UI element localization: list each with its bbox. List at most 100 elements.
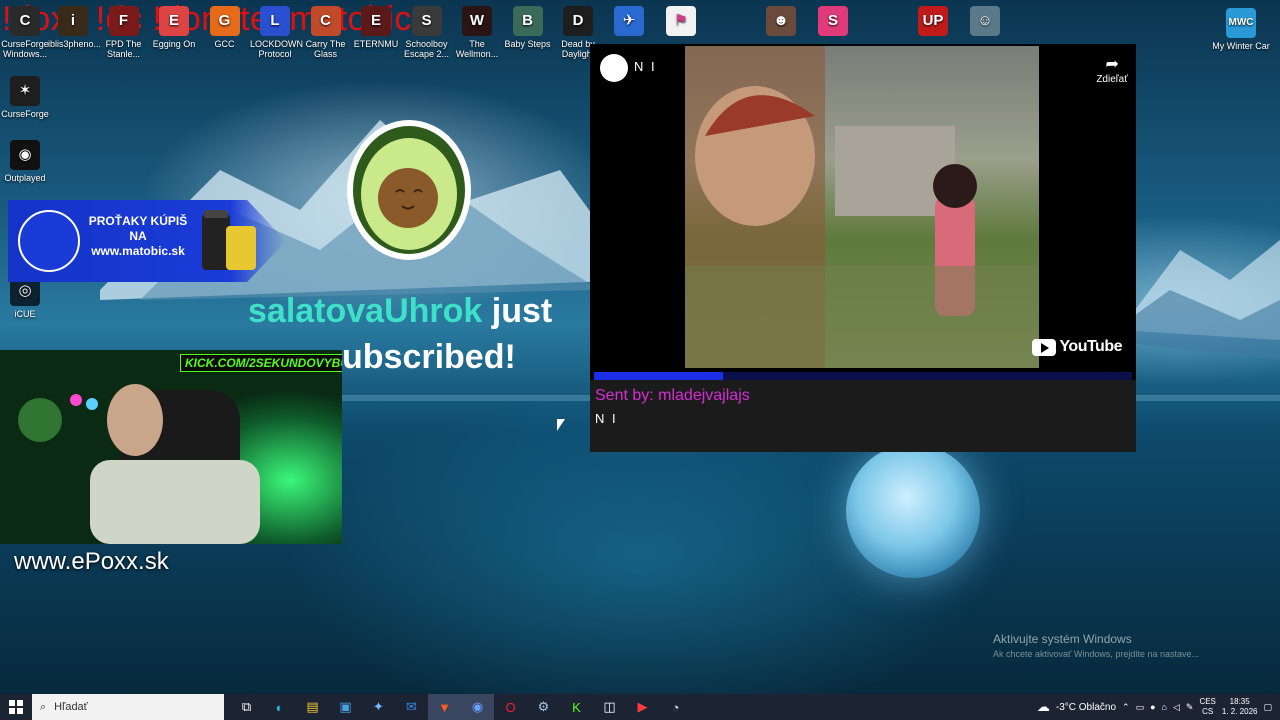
kick-icon[interactable]: K xyxy=(560,694,593,720)
desktop-icon-label: ETERNMU xyxy=(353,39,399,49)
promo-line3: www.matobic.sk xyxy=(91,244,185,258)
desktop-icon[interactable]: G GCC xyxy=(200,6,250,49)
notification-icon[interactable]: ▢ xyxy=(1263,702,1272,713)
app-icon: ☺ xyxy=(970,6,1000,36)
desktop-icon[interactable]: ☺ xyxy=(960,6,1010,39)
desktop-icon-label: CurseForge Windows... xyxy=(1,39,49,59)
app-icon: W xyxy=(462,6,492,36)
sent-by-text: Sent by: mladejvajlajs xyxy=(595,387,750,404)
streamlabs-icon[interactable]: ▶ xyxy=(626,694,659,720)
tray-network-icon[interactable]: ⌂ xyxy=(1162,702,1167,712)
media-share-player: ☻ N I ➦ Zdieľať YouTube Sent by: mladejv… xyxy=(590,44,1136,452)
taskbar-search[interactable]: ⌕ Hľadať xyxy=(32,694,224,720)
app-icon: ☻ xyxy=(766,6,796,36)
search-placeholder: Hľadať xyxy=(54,701,88,713)
desktop-icon[interactable]: ☻ xyxy=(756,6,806,39)
channel-avatar[interactable]: ☻ xyxy=(600,54,628,82)
app-icon: G xyxy=(209,6,240,36)
video-title[interactable]: N I xyxy=(634,59,657,74)
desktop-icon-label: Outplayed xyxy=(4,173,46,183)
clock[interactable]: 18:35 1. 2. 2026 xyxy=(1222,697,1258,717)
lang-top: CES xyxy=(1199,697,1216,706)
outlook-icon[interactable]: ✉ xyxy=(395,694,428,720)
browser-icon[interactable]: ◉ xyxy=(461,694,494,720)
activation-subtitle[interactable]: Ak chcete aktivovať Windows, prejdite na… xyxy=(993,649,1199,659)
task-view-icon[interactable]: ⧉ xyxy=(230,694,263,720)
app-icon: D xyxy=(563,6,593,36)
desktop-icon-label: Egging On xyxy=(152,39,196,49)
tray-speaker-icon[interactable]: ◁ xyxy=(1173,702,1180,713)
my-winter-car-icon: MWC xyxy=(1226,8,1256,38)
clock-time: 18:35 xyxy=(1229,697,1250,706)
subscriber-suffix: just xyxy=(491,292,553,330)
start-button[interactable] xyxy=(0,694,32,720)
desktop-icon-label: The Wellmon... xyxy=(455,39,499,59)
desktop-icon[interactable]: ◉ Outplayed xyxy=(0,140,50,183)
video-frame[interactable] xyxy=(685,46,1039,368)
language-indicator[interactable]: CES CS xyxy=(1199,697,1215,717)
desktop-icon-my-winter-car[interactable]: MWC My Winter Car xyxy=(1212,8,1270,51)
obs-icon[interactable]: ◔ xyxy=(659,694,692,720)
kick-channel-badge: KICK.COM/2SEKUNDOVYBULO xyxy=(180,354,342,372)
store-icon[interactable]: ▣ xyxy=(329,694,362,720)
taskbar: ⌕ Hľadať ⧉ ◐ ▤ ▣ ✦ ✉ ▼ ◉ O ⚙ K ◫ ▶ ◔ ☁ -3°C Oblačno ⌃… xyxy=(0,694,1280,720)
donation-message: N I xyxy=(595,411,618,426)
desktop-icon[interactable]: F FPD The Stanle... xyxy=(99,6,149,59)
weather-icon: ☁ xyxy=(1036,699,1050,714)
desktop-icon[interactable]: ✶ CurseForge xyxy=(0,76,50,119)
app-icon: B xyxy=(512,6,543,36)
desktop-icon-label: FPD The Stanle... xyxy=(105,39,142,59)
brave-icon[interactable]: ▼ xyxy=(428,694,461,720)
desktop-icon-label: iCUE xyxy=(14,309,36,319)
app-icon: L xyxy=(260,6,290,36)
copilot-icon[interactable]: ✦ xyxy=(362,694,395,720)
app-icon: i xyxy=(58,6,88,36)
opera-icon[interactable]: O xyxy=(494,694,527,720)
app-icon: ◉ xyxy=(10,140,40,170)
app-icon: S xyxy=(818,6,848,36)
desktop-icon[interactable]: L LOCKDOWN Protocol xyxy=(250,6,304,59)
tray-mic-icon[interactable]: ● xyxy=(1150,702,1155,712)
tray-battery-icon[interactable]: ▭ xyxy=(1136,702,1145,713)
desktop-icon[interactable]: C Carry The Glass xyxy=(301,6,351,59)
weather-text[interactable]: -3°C Oblačno xyxy=(1056,702,1116,713)
share-button[interactable]: ➦ Zdieľať xyxy=(1096,54,1128,85)
desktop-icon[interactable]: i iblis3pheno... xyxy=(48,6,102,49)
desktop-icon[interactable]: B Baby Steps xyxy=(503,6,553,49)
promo-text: PROŤAKY KÚPIŠ NA www.matobic.sk xyxy=(80,214,196,259)
desktop-icon[interactable]: E ETERNMU xyxy=(351,6,401,49)
webcam-feed: KICK.COM/2SEKUNDOVYBULO xyxy=(0,350,342,544)
edge-icon[interactable]: ◐ xyxy=(263,694,296,720)
desktop-icon[interactable]: C CurseForge Windows... xyxy=(0,6,50,59)
desktop-icon-label: My Winter Car xyxy=(1212,41,1270,51)
desktop-icon[interactable]: ⚑ xyxy=(656,6,706,39)
subscriber-alert-line2: ubscribed! xyxy=(342,338,516,376)
desktop-icon[interactable]: ◎ iCUE xyxy=(0,276,50,319)
app-icon: ⚑ xyxy=(666,6,696,36)
steam-icon[interactable]: ⚙ xyxy=(527,694,560,720)
desktop-icon[interactable]: W The Wellmon... xyxy=(452,6,502,59)
promo-line2: NA xyxy=(129,229,147,243)
capcut-icon[interactable]: ◫ xyxy=(593,694,626,720)
youtube-logo[interactable]: YouTube xyxy=(1032,338,1122,356)
desktop-icon-label: iblis3pheno... xyxy=(48,39,102,49)
app-icon: C xyxy=(310,6,341,36)
tray-pen-icon[interactable]: ✎ xyxy=(1186,702,1194,713)
clock-date: 1. 2. 2026 xyxy=(1221,707,1258,716)
windows-logo-icon xyxy=(9,700,23,714)
desktop-icon[interactable]: UP xyxy=(908,6,958,39)
desktop-icon[interactable]: ✈ xyxy=(604,6,654,39)
desktop-icon[interactable]: E Egging On xyxy=(149,6,199,49)
promo-line1: PROŤAKY KÚPIŠ xyxy=(88,214,188,228)
promo-banner: PROŤAKY KÚPIŠ NA www.matobic.sk xyxy=(8,200,286,282)
desktop-icon[interactable]: S Schoolboy Escape 2... xyxy=(402,6,452,59)
video-scene xyxy=(685,46,1039,368)
app-icon: ✈ xyxy=(614,6,644,36)
tray-chevron-up-icon[interactable]: ⌃ xyxy=(1122,702,1130,713)
desktop-icon[interactable]: S xyxy=(808,6,858,39)
desktop-icon-label: GCC xyxy=(214,39,235,49)
avocado-mascot xyxy=(347,120,471,260)
desktop-icon-label: LOCKDOWN Protocol xyxy=(250,39,304,59)
app-icon: S xyxy=(411,6,442,36)
explorer-icon[interactable]: ▤ xyxy=(296,694,329,720)
